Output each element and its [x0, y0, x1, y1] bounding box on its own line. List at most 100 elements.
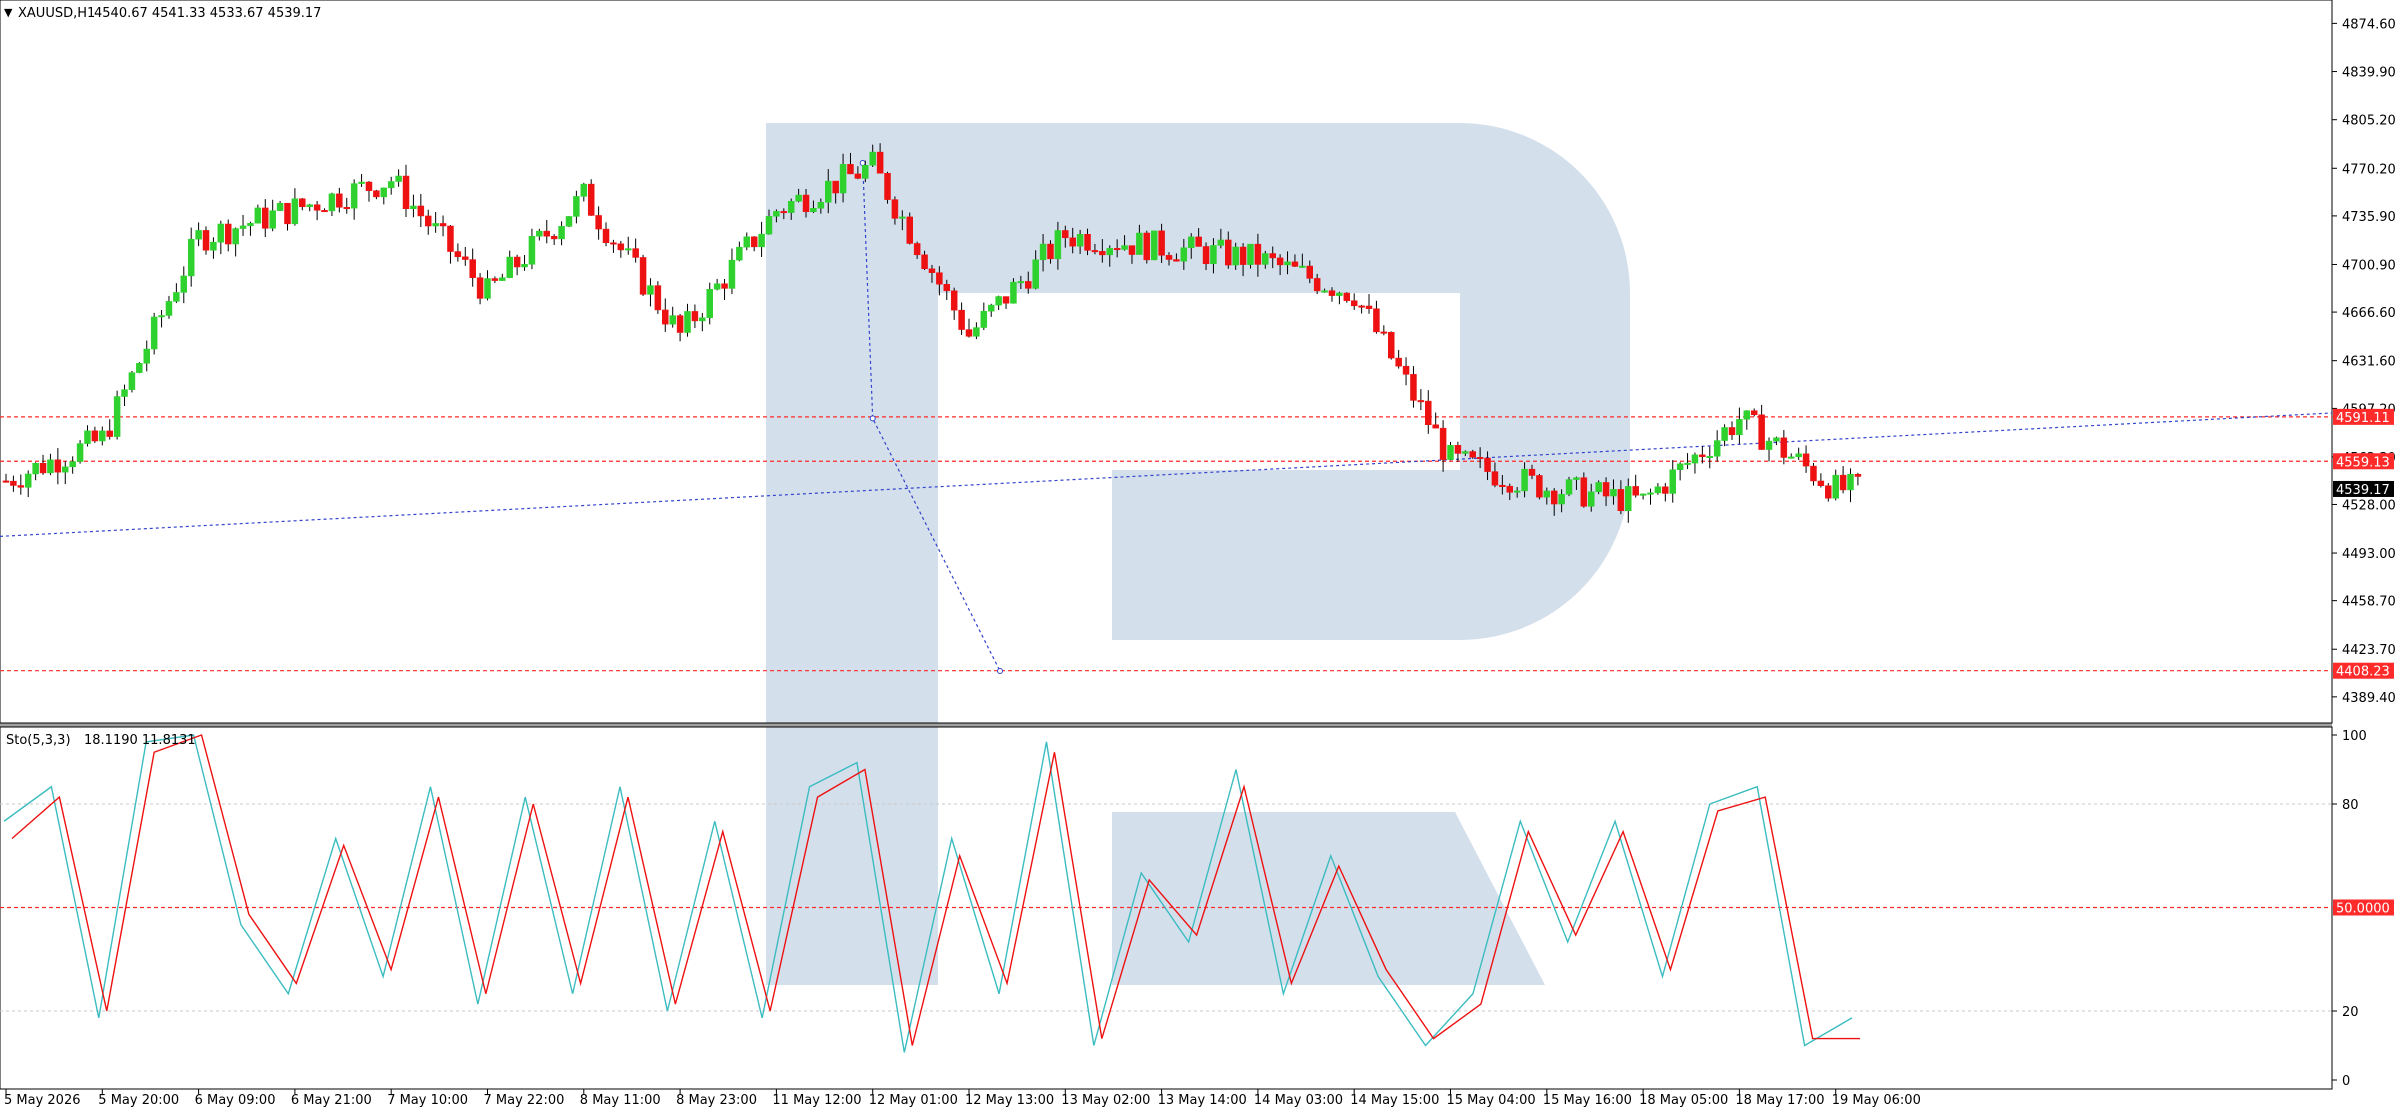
candle-bear — [1780, 437, 1788, 458]
candle-bear — [1173, 259, 1180, 262]
price-axis: 4874.60 4839.90 4805.20 4770.20 4735.90 4700.… — [2332, 17, 2396, 706]
candle-bear — [691, 311, 699, 322]
time-tick-label: 15 May 16:00 — [1543, 1093, 1632, 1108]
candle-bull — [1447, 445, 1454, 460]
candle-bull — [565, 216, 573, 227]
candle-bull — [787, 201, 795, 213]
candle-bull — [291, 198, 299, 225]
candle-bull — [1180, 247, 1188, 262]
candle-bull — [839, 164, 847, 194]
candle-bull — [1847, 474, 1854, 491]
candle-bull — [758, 233, 765, 248]
candle-bear — [1454, 445, 1462, 454]
candle-bear — [654, 285, 662, 311]
candle-bear — [1425, 400, 1432, 426]
candle-bear — [587, 183, 595, 216]
candle-bull — [558, 226, 565, 240]
candle-bear — [1047, 243, 1054, 260]
candle-bull — [1336, 292, 1343, 296]
time-tick-label: 8 May 11:00 — [580, 1093, 661, 1108]
candle-bull — [173, 292, 180, 302]
candle-bear — [1484, 457, 1491, 472]
candle-bear — [1536, 475, 1543, 498]
candle-bull — [506, 256, 513, 278]
candle-bull — [269, 210, 276, 229]
candle-bull — [1187, 236, 1195, 249]
candle-bear — [1825, 485, 1832, 499]
price-tick-label: 4805.20 — [2342, 114, 2396, 129]
candle-bull — [580, 183, 588, 197]
candle-bear — [632, 248, 639, 258]
candle-bull — [810, 208, 817, 213]
candle-bear — [1491, 471, 1499, 486]
candle-bear — [943, 283, 951, 292]
candle-bear — [1499, 484, 1506, 487]
current-price-label: 4539.17 — [2336, 483, 2390, 498]
candle-bull — [150, 316, 158, 350]
candle-bear — [10, 480, 17, 486]
candle-bear — [1617, 489, 1625, 512]
candle-bull — [350, 183, 358, 209]
candle-bear — [550, 235, 558, 240]
candle-bull — [128, 372, 136, 390]
time-tick-label: 18 May 17:00 — [1735, 1093, 1824, 1108]
candle-bull — [817, 202, 825, 209]
candle-bear — [1239, 246, 1247, 265]
candle-bear — [1728, 427, 1736, 436]
candle-bear — [1091, 250, 1099, 253]
candle-bull — [24, 473, 32, 488]
candle-bull — [1573, 477, 1580, 480]
candle-bull — [1150, 230, 1158, 261]
wave-point-marker — [869, 415, 876, 422]
time-tick-label: 5 May 2026 — [4, 1093, 81, 1108]
candle-bull — [358, 181, 365, 184]
candle-bull — [980, 310, 988, 328]
candle-bull — [528, 235, 536, 265]
candle-bull — [713, 283, 721, 290]
candle-bear — [1202, 246, 1210, 264]
candle-bear — [802, 194, 810, 213]
candle-bear — [262, 207, 269, 229]
candle-bull — [1713, 440, 1721, 457]
candle-bear — [1469, 451, 1476, 458]
time-tick-label: 18 May 05:00 — [1639, 1093, 1728, 1108]
candle-bull — [728, 259, 736, 289]
candle-bear — [284, 202, 291, 225]
candle-bull — [484, 278, 491, 299]
candle-bull — [180, 275, 188, 293]
candle-bear — [373, 190, 380, 198]
candle-bull — [1691, 454, 1699, 464]
candle-bear — [1358, 305, 1365, 308]
indicator-label: Sto(5,3,3) — [6, 733, 71, 748]
time-tick-label: 6 May 21:00 — [291, 1093, 372, 1108]
candle-bull — [306, 204, 313, 208]
candle-bull — [773, 211, 780, 217]
candle-bull — [1039, 243, 1047, 261]
candle-bull — [47, 459, 54, 474]
candle-bull — [1610, 489, 1617, 497]
candle-bull — [84, 430, 91, 444]
candle-bear — [439, 223, 447, 227]
candle-bull — [136, 363, 143, 373]
candle-bear — [313, 204, 321, 211]
candle-bear — [1165, 255, 1173, 260]
candle-bull — [1521, 468, 1528, 492]
candle-bull — [624, 248, 632, 251]
candle-bull — [862, 164, 869, 179]
candle-bull — [232, 228, 239, 245]
candle-bull — [1654, 486, 1662, 494]
candle-bull — [1647, 492, 1654, 495]
candle-bear — [662, 309, 669, 325]
candle-bear — [1602, 482, 1610, 497]
dropdown-triangle-icon[interactable]: ▼ — [4, 6, 13, 19]
candle-bull — [254, 207, 262, 224]
candle-bull — [1106, 248, 1113, 256]
time-tick-label: 12 May 13:00 — [965, 1093, 1054, 1108]
candle-bear — [2, 480, 10, 483]
candle-bull — [1284, 261, 1291, 266]
candle-bull — [158, 315, 165, 318]
candle-bull — [1595, 482, 1602, 493]
stochastic-tick-label: 100 — [2342, 729, 2367, 744]
candle-bull — [1743, 410, 1751, 420]
time-tick-label: 13 May 14:00 — [1158, 1093, 1247, 1108]
